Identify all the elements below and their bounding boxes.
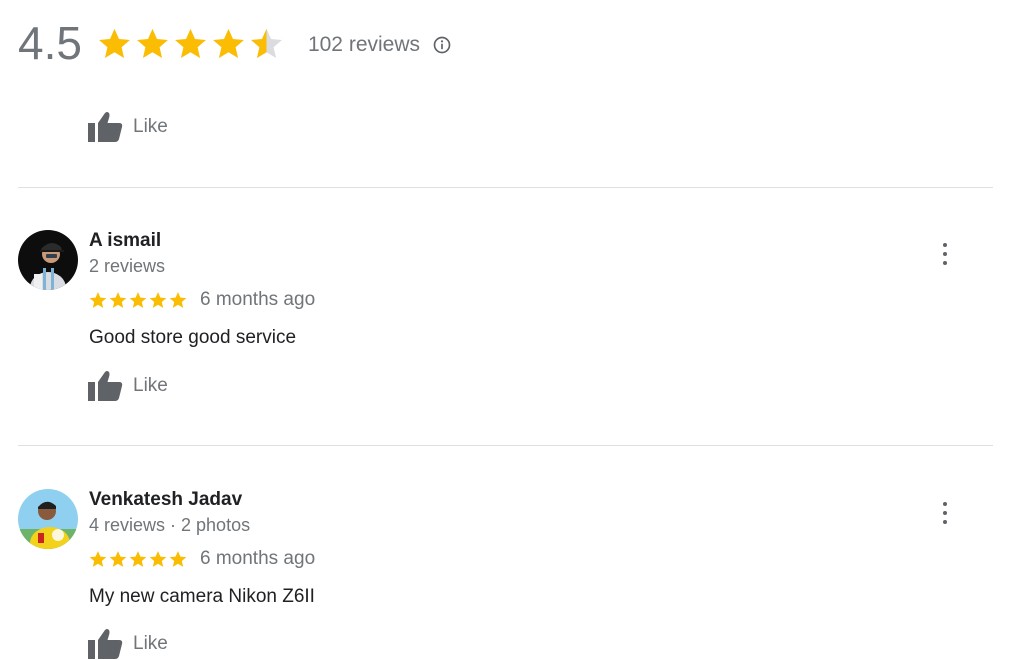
- divider: [18, 187, 993, 188]
- reviewer-meta: 4 reviews · 2 photos: [89, 515, 251, 535]
- star-icon: [149, 551, 167, 567]
- average-star-rating: [96, 25, 286, 62]
- star-icon: [169, 292, 187, 308]
- star-icon: [109, 551, 127, 567]
- average-rating: 4.5: [18, 17, 82, 69]
- dot-icon: [943, 261, 947, 265]
- star-icon: [99, 28, 130, 58]
- thumbs-up-icon: [88, 629, 123, 659]
- reviewer-name[interactable]: A ismail: [89, 230, 161, 252]
- avatar[interactable]: [18, 230, 78, 290]
- half-star-icon: [251, 28, 282, 58]
- like-button[interactable]: Like: [88, 370, 168, 402]
- avatar-icon: [18, 230, 78, 290]
- dot-icon: [943, 252, 947, 256]
- review-time: 6 months ago: [200, 548, 316, 569]
- review-text: My new camera Nikon Z6II: [89, 586, 315, 607]
- star-icon: [109, 292, 127, 308]
- dot-icon: [943, 511, 947, 515]
- star-icon: [89, 551, 107, 567]
- star-icon: [149, 292, 167, 308]
- star-icon: [89, 292, 107, 308]
- dot-icon: [943, 502, 947, 506]
- thumbs-up-icon: [88, 112, 123, 142]
- like-button[interactable]: Like: [88, 628, 168, 660]
- avatar[interactable]: [18, 489, 78, 549]
- like-label: Like: [133, 633, 168, 654]
- review-star-rating: 6 months ago: [88, 289, 315, 311]
- like-label: Like: [133, 116, 168, 137]
- star-icon: [213, 28, 244, 58]
- star-icon: [175, 28, 206, 58]
- thumbs-up-icon: [88, 371, 123, 401]
- dot-icon: [943, 243, 947, 247]
- like-label: Like: [133, 375, 168, 396]
- star-icon: [129, 551, 147, 567]
- divider: [18, 445, 993, 446]
- avatar-icon: [18, 489, 78, 549]
- info-icon[interactable]: [432, 35, 452, 55]
- star-icon: [137, 28, 168, 58]
- more-options-button[interactable]: [934, 500, 956, 526]
- review-star-rating: 6 months ago: [88, 548, 315, 570]
- dot-icon: [943, 520, 947, 524]
- reviews-count[interactable]: 102 reviews: [308, 33, 420, 57]
- rating-summary: 4.5 102 reviews: [18, 18, 452, 68]
- like-button[interactable]: Like: [88, 111, 168, 143]
- reviewer-meta: 2 reviews: [89, 256, 166, 276]
- star-icon: [169, 551, 187, 567]
- reviewer-name[interactable]: Venkatesh Jadav: [89, 489, 242, 511]
- star-icon: [129, 292, 147, 308]
- review-text: Good store good service: [89, 327, 297, 348]
- more-options-button[interactable]: [934, 241, 956, 267]
- review-time: 6 months ago: [200, 289, 316, 310]
